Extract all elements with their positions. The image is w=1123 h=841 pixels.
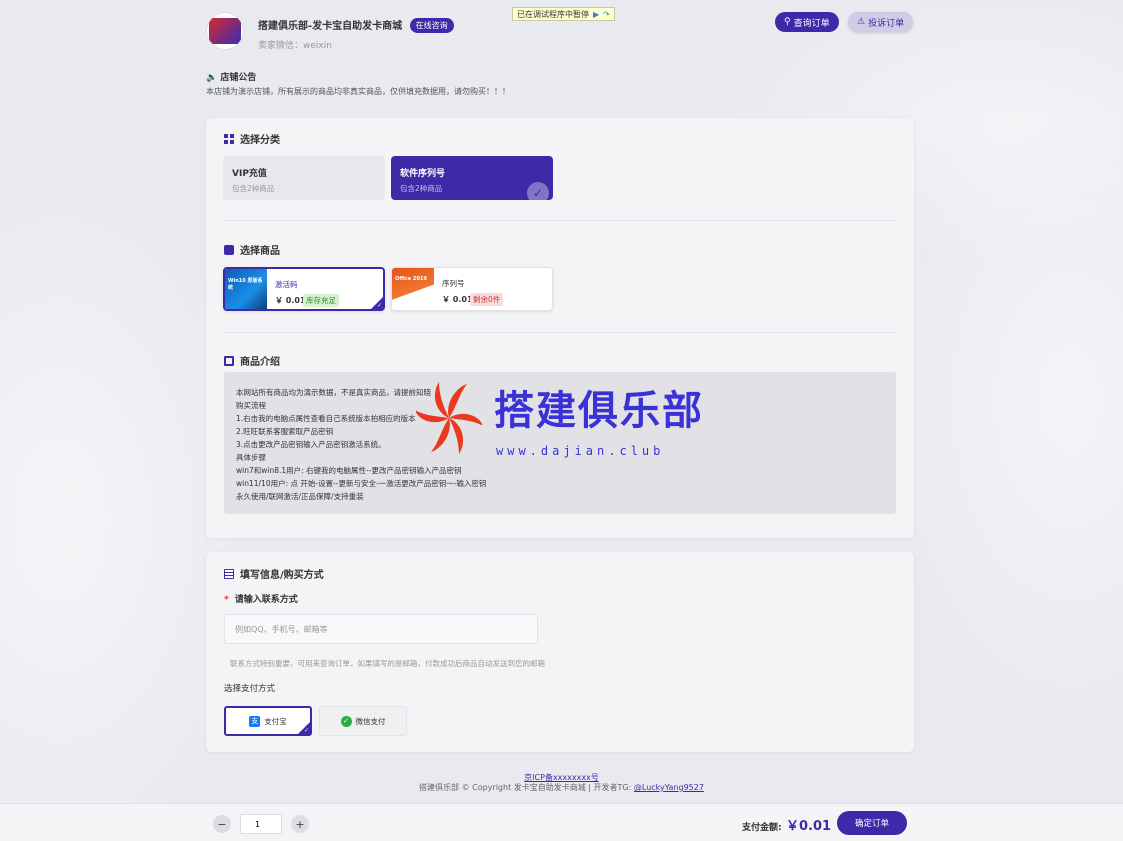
shop-logo bbox=[206, 12, 244, 50]
contact-input[interactable] bbox=[224, 614, 538, 644]
logo-image bbox=[209, 18, 241, 44]
product-description: 本网站所有商品均为演示数据，不是真实商品，请提前知晓 购买流程 1.右击我的电脑… bbox=[224, 372, 896, 514]
description-line: win7和win8.1用户: 右键我的电脑属性--更改产品密钥输入产品密钥 bbox=[236, 466, 462, 475]
divider bbox=[224, 332, 896, 333]
total-amount: ￥0.01 bbox=[786, 819, 832, 834]
product-serial-number[interactable]: Office 2019 序列号 ￥ 0.01 剩余0件 bbox=[391, 267, 553, 311]
check-icon: ✓ bbox=[527, 182, 549, 200]
products-section-title: 选择商品 bbox=[224, 242, 280, 257]
category-vip-recharge[interactable]: VIP充值 包含2种商品 bbox=[223, 156, 385, 200]
icp-text: 京ICP备xxxxxxxx号 bbox=[524, 773, 599, 782]
copyright: 搭建俱乐部 © Copyright 发卡宝自助发卡商城 | 开发者TG: @Lu… bbox=[0, 782, 1123, 793]
wechat-pay-icon: ✓ bbox=[340, 715, 352, 727]
thumbnail-label: Office 2019 bbox=[395, 276, 427, 282]
product-selection-card: 选择分类 VIP充值 包含2种商品 软件序列号 包含2种商品 ✓ 选择商品 Wi… bbox=[206, 118, 914, 538]
description-line: 购买流程 bbox=[236, 401, 266, 410]
product-activation-code[interactable]: Win10 原版系统 激活码 ￥ 0.01 库存充足 bbox=[223, 267, 385, 311]
notice-title: 🔈 店铺公告 bbox=[206, 70, 256, 83]
debugger-paused-text: 已在调试程序中暂停 bbox=[517, 9, 589, 19]
search-icon: ⚲ bbox=[784, 17, 791, 27]
quantity-increase-button[interactable]: + bbox=[291, 815, 309, 833]
description-line: 3.点击更改产品密钥输入产品密钥激活系统。 bbox=[236, 440, 386, 449]
description-line: 具体步骤 bbox=[236, 453, 266, 462]
pay-method-name: 微信支付 bbox=[355, 716, 386, 726]
category-count: 包含2种商品 bbox=[232, 184, 275, 193]
document-icon bbox=[224, 355, 234, 366]
description-line: 2.旺旺联系客服索取产品密钥 bbox=[236, 427, 334, 436]
shop-title-text: 搭建俱乐部-发卡宝自助发卡商城 bbox=[258, 21, 403, 32]
category-count: 包含2种商品 bbox=[400, 184, 443, 193]
complain-order-label: 投诉订单 bbox=[868, 18, 905, 29]
product-price: ￥ 0.01 bbox=[275, 296, 306, 305]
pay-alipay-option[interactable]: 支 支付宝 bbox=[224, 706, 312, 736]
product-name: 激活码 bbox=[275, 280, 298, 289]
checkout-bar: − + 支付金额: ￥0.01 确定订单 bbox=[0, 803, 1123, 841]
products-title-text: 选择商品 bbox=[240, 246, 280, 257]
category-section-title: 选择分类 bbox=[224, 131, 280, 146]
product-price: ￥ 0.01 bbox=[442, 295, 473, 304]
contact-hint: 联系方式特别重要，可用来查询订单，如果填写的是邮箱，付款成功后商品自动发送到您的… bbox=[230, 659, 545, 668]
speaker-icon: 🔈 bbox=[206, 73, 218, 83]
shopping-bag-icon bbox=[224, 244, 234, 255]
total-label: 支付金额: bbox=[742, 823, 782, 833]
thumbnail-label: Win10 原版系统 bbox=[228, 278, 263, 291]
form-title-text: 填写信息/购买方式 bbox=[240, 570, 324, 581]
copyright-text: 搭建俱乐部 © Copyright 发卡宝自助发卡商城 | 开发者TG: bbox=[419, 783, 632, 792]
contact-label-text: 请输入联系方式 bbox=[234, 595, 298, 605]
step-over-icon[interactable]: ↷ bbox=[603, 10, 610, 19]
seller-wechat: 卖家微信：weixin bbox=[258, 41, 332, 51]
stock-badge: 剩余0件 bbox=[470, 293, 504, 306]
product-thumbnail: Office 2019 bbox=[392, 268, 434, 310]
quantity-input[interactable] bbox=[240, 814, 282, 834]
category-software-serial[interactable]: 软件序列号 包含2种商品 ✓ bbox=[391, 156, 553, 200]
description-line: 1.右击我的电脑点属性查看自己系统版本拍相应的版本 bbox=[236, 414, 416, 423]
play-icon[interactable]: ▶ bbox=[593, 10, 599, 19]
online-consult-button[interactable]: 在线咨询 bbox=[409, 18, 454, 33]
query-order-label: 查询订单 bbox=[793, 18, 830, 29]
alipay-icon: 支 bbox=[249, 715, 261, 727]
query-order-button[interactable]: ⚲ 查询订单 bbox=[775, 12, 839, 32]
required-asterisk: * bbox=[224, 595, 229, 605]
form-section-title: 填写信息/购买方式 bbox=[224, 566, 324, 581]
grid-icon bbox=[224, 133, 234, 144]
notice-title-text: 店铺公告 bbox=[220, 73, 257, 83]
intro-section-title: 商品介绍 bbox=[224, 353, 280, 368]
description-line: 永久使用/联网激活/正品保障/支持重装 bbox=[236, 492, 364, 501]
notice-text: 本店铺为演示店铺，所有展示的商品均非真实商品，仅供填充数据用，请勿购买！！！ bbox=[206, 87, 510, 96]
description-line: 本网站所有商品均为演示数据，不是真实商品，请提前知晓 bbox=[236, 388, 431, 397]
selected-check-icon bbox=[371, 297, 383, 309]
category-name: 软件序列号 bbox=[400, 169, 446, 179]
description-line: win11/10用户: 点 开始-设置--更新与安全-一激活更改产品密钥一-输入… bbox=[236, 479, 487, 488]
quantity-decrease-button[interactable]: − bbox=[213, 815, 231, 833]
category-name: VIP充值 bbox=[232, 169, 267, 179]
payment-method-label: 选择支付方式 bbox=[224, 684, 276, 694]
product-name: 序列号 bbox=[442, 279, 465, 288]
intro-title-text: 商品介绍 bbox=[240, 357, 280, 368]
developer-tg-link[interactable]: @LuckyYang9527 bbox=[634, 783, 704, 792]
category-title-text: 选择分类 bbox=[240, 135, 280, 146]
warning-icon: ⚠ bbox=[857, 17, 866, 27]
contact-label: * 请输入联系方式 bbox=[224, 592, 298, 605]
selected-check-icon bbox=[298, 722, 310, 734]
divider bbox=[224, 220, 896, 221]
product-thumbnail: Win10 原版系统 bbox=[225, 269, 267, 309]
pay-method-name: 支付宝 bbox=[264, 716, 287, 726]
pay-wechat-option[interactable]: ✓ 微信支付 bbox=[319, 706, 407, 736]
complain-order-button[interactable]: ⚠ 投诉订单 bbox=[848, 12, 914, 32]
stock-badge: 库存充足 bbox=[303, 294, 339, 307]
debugger-paused-bar: 已在调试程序中暂停 ▶ ↷ bbox=[512, 7, 615, 21]
form-icon bbox=[224, 568, 234, 579]
order-form-card: 填写信息/购买方式 * 请输入联系方式 联系方式特别重要，可用来查询订单，如果填写… bbox=[206, 552, 914, 752]
shop-title: 搭建俱乐部-发卡宝自助发卡商城 在线咨询 bbox=[258, 17, 454, 33]
confirm-order-button[interactable]: 确定订单 bbox=[837, 811, 907, 835]
